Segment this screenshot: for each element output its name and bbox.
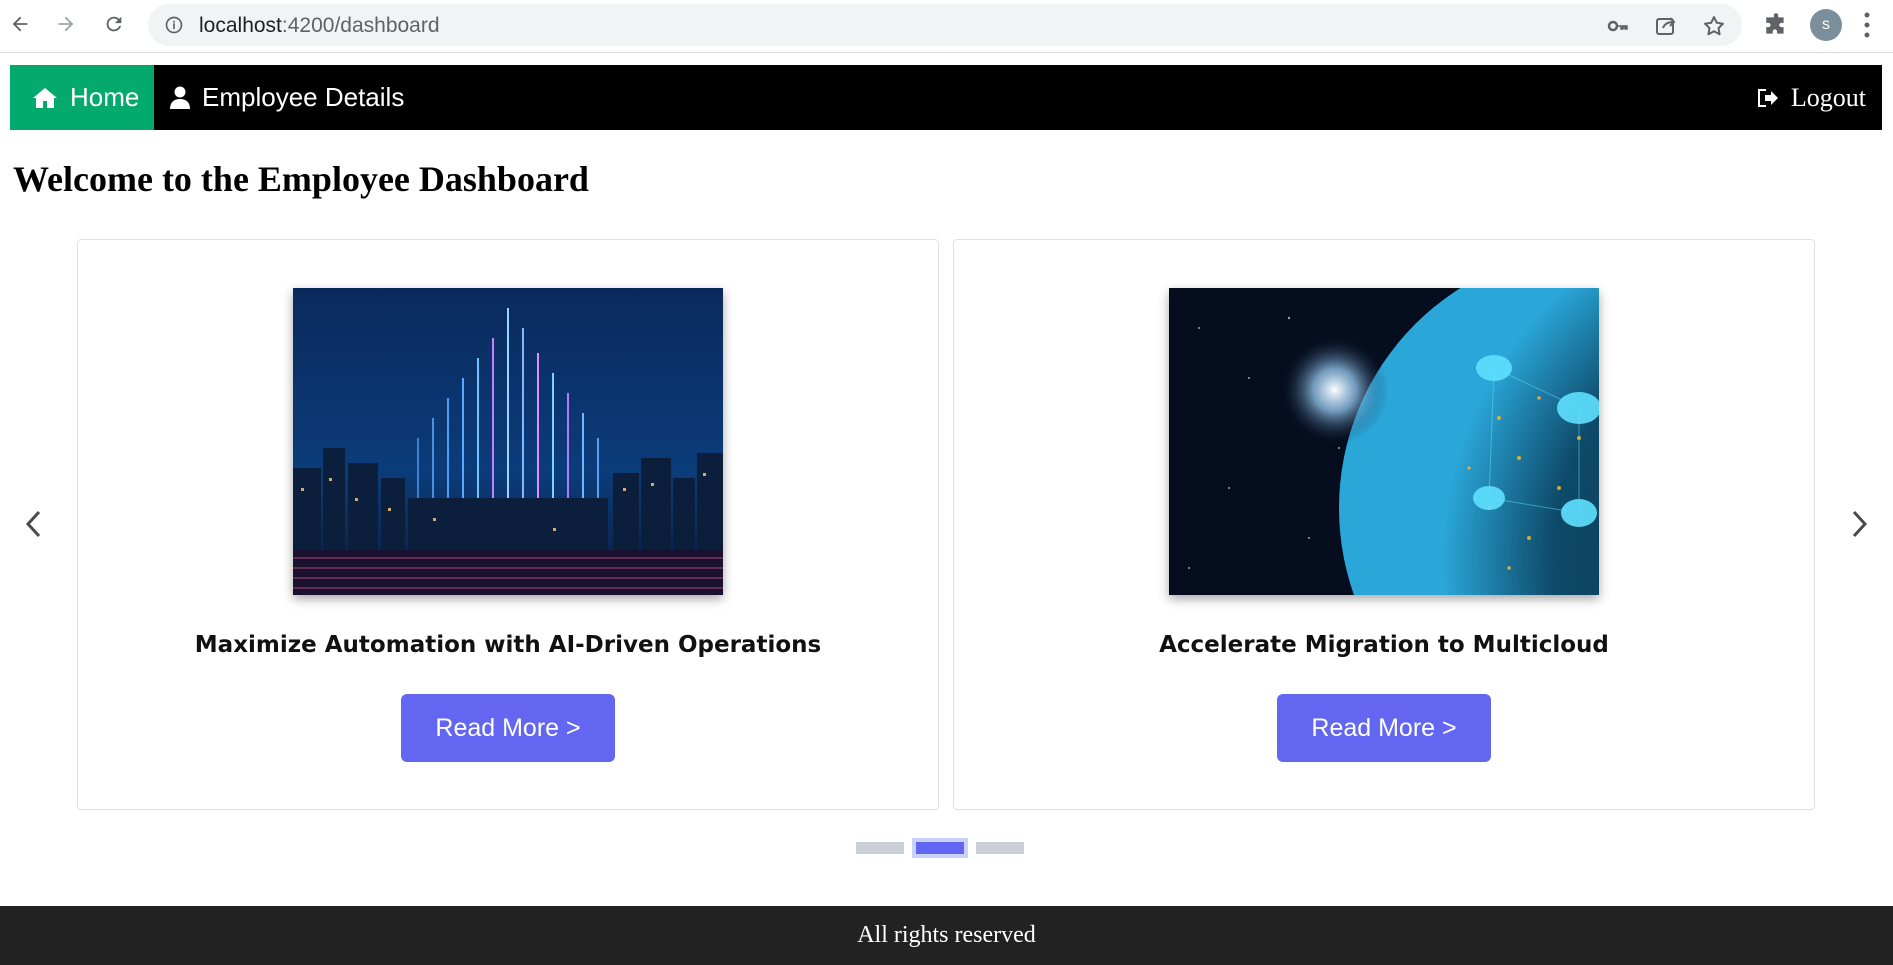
card-title: Accelerate Migration to Multicloud xyxy=(1159,632,1609,658)
nav-home[interactable]: Home xyxy=(10,65,154,130)
user-icon xyxy=(170,86,190,109)
card-title: Maximize Automation with AI-Driven Opera… xyxy=(194,632,822,658)
carousel-card: Accelerate Migration to Multicloud Read … xyxy=(953,239,1815,810)
back-icon[interactable] xyxy=(2,6,38,42)
url-text[interactable]: localhost:4200/dashboard xyxy=(199,14,440,38)
footer: All rights reserved xyxy=(0,906,1893,965)
chevron-left-icon xyxy=(25,510,41,538)
read-more-button[interactable]: Read More > xyxy=(401,694,615,762)
reload-icon[interactable] xyxy=(96,6,132,42)
home-icon xyxy=(33,87,57,108)
star-icon[interactable] xyxy=(1702,14,1726,38)
top-navbar: Home Employee Details Logout xyxy=(10,65,1882,130)
city-lights-image xyxy=(293,288,723,595)
nav-home-label: Home xyxy=(70,82,140,112)
share-icon[interactable] xyxy=(1654,14,1678,38)
nav-employee-details[interactable]: Employee Details xyxy=(170,65,470,130)
read-more-button[interactable]: Read More > xyxy=(1277,694,1491,762)
profile-avatar[interactable]: s xyxy=(1810,9,1842,41)
extensions-icon[interactable] xyxy=(1763,12,1789,38)
nav-employee-label: Employee Details xyxy=(202,82,405,112)
carousel-dot-active[interactable] xyxy=(912,838,968,858)
carousel-next-button[interactable] xyxy=(1845,508,1873,540)
carousel-dot[interactable] xyxy=(856,842,904,854)
browser-toolbar: localhost:4200/dashboard s xyxy=(0,0,1893,53)
page-title: Welcome to the Employee Dashboard xyxy=(13,159,589,199)
menu-icon[interactable] xyxy=(1862,11,1872,39)
address-bar[interactable]: localhost:4200/dashboard xyxy=(148,4,1742,46)
key-icon[interactable] xyxy=(1606,14,1630,38)
footer-text: All rights reserved xyxy=(857,922,1036,948)
sign-out-icon xyxy=(1757,88,1778,107)
info-icon[interactable] xyxy=(164,15,184,35)
logout-link[interactable]: Logout xyxy=(1755,65,1866,130)
carousel-prev-button[interactable] xyxy=(20,508,48,540)
earth-cloud-image xyxy=(1169,288,1599,595)
chevron-right-icon xyxy=(1852,510,1868,538)
logout-label: Logout xyxy=(1790,82,1866,112)
carousel-card: Maximize Automation with AI-Driven Opera… xyxy=(77,239,939,810)
forward-icon[interactable] xyxy=(48,6,84,42)
carousel-dot[interactable] xyxy=(976,842,1024,854)
